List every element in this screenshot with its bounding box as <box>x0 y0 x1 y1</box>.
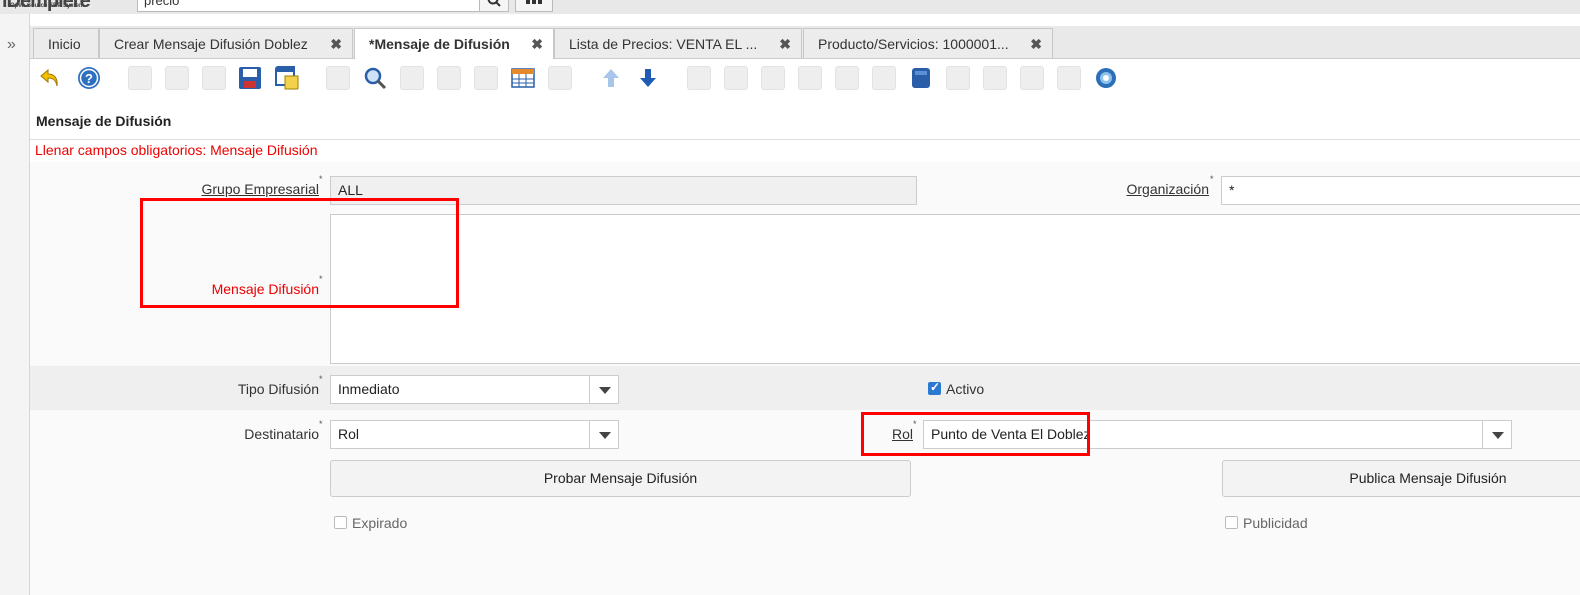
tipo-difusion-dropdown-icon[interactable] <box>589 375 619 404</box>
next-record-icon[interactable] <box>636 66 660 90</box>
workflow-icon[interactable] <box>835 66 859 90</box>
search-button[interactable] <box>479 0 509 12</box>
organizacion-field[interactable]: * <box>1221 176 1580 205</box>
search-icon <box>487 0 501 7</box>
mensaje-difusion-textarea[interactable] <box>330 214 1580 364</box>
tab-label: Crear Mensaje Difusión Doblez <box>114 36 308 52</box>
close-tab-icon[interactable]: ✖ <box>779 29 791 59</box>
tab-mensaje-difusion[interactable]: *Mensaje de Difusión ✖ <box>354 28 554 59</box>
publicidad-checkbox[interactable] <box>1225 516 1238 529</box>
title-divider <box>30 139 1580 140</box>
destinatario-select[interactable]: Rol <box>330 420 590 449</box>
global-search-input[interactable]: precio <box>137 0 485 12</box>
expirado-label: Expirado <box>352 515 408 531</box>
destinatario-dropdown-icon[interactable] <box>589 420 619 449</box>
window-title: Mensaje de Difusión <box>36 113 172 129</box>
tipo-difusion-label: Tipo Difusión <box>237 381 319 397</box>
top-bar: iDempiere Open Source ERP System precio <box>0 0 1580 14</box>
activo-label: Activo <box>946 381 985 397</box>
tab-label: *Mensaje de Difusión <box>369 36 510 52</box>
tipo-difusion-select[interactable]: Inmediato <box>330 375 590 404</box>
publicidad-label: Publicidad <box>1243 515 1308 531</box>
highlight-rol <box>861 412 1090 456</box>
copy-record-icon[interactable] <box>165 66 189 90</box>
postit-icon[interactable] <box>474 66 498 90</box>
close-tab-icon[interactable]: ✖ <box>1030 29 1042 59</box>
required-marker: * <box>319 419 323 429</box>
window-toolbar: ? <box>30 58 1580 100</box>
menu-grid-button[interactable] <box>515 0 553 12</box>
tab-label: Producto/Servicios: 1000001... <box>818 36 1009 52</box>
import-icon[interactable] <box>1020 66 1044 90</box>
publica-mensaje-difusion-button[interactable]: Publica Mensaje Difusión <box>1222 460 1580 497</box>
validation-error-message: Llenar campos obligatorios: Mensaje Difu… <box>35 142 318 158</box>
tab-label: Inicio <box>48 36 81 52</box>
close-tab-icon[interactable]: ✖ <box>330 29 342 59</box>
chat-icon[interactable] <box>437 66 461 90</box>
new-record-icon[interactable] <box>128 66 152 90</box>
svg-text:?: ? <box>85 71 93 86</box>
required-marker: * <box>319 374 323 384</box>
tab-inicio[interactable]: Inicio <box>33 28 99 58</box>
attachment-icon[interactable] <box>400 66 424 90</box>
activo-checkbox[interactable] <box>928 380 941 395</box>
find-icon[interactable] <box>363 66 387 90</box>
refresh-icon[interactable] <box>326 66 350 90</box>
probar-mensaje-difusion-button[interactable]: Probar Mensaje Difusión <box>330 460 911 497</box>
save-and-create-icon[interactable] <box>275 66 299 90</box>
tab-crear-mensaje-difusion[interactable]: Crear Mensaje Difusión Doblez ✖ <box>99 28 353 58</box>
delete-record-icon[interactable] <box>202 66 226 90</box>
grupo-empresarial-label[interactable]: Grupo Empresarial <box>140 181 320 197</box>
parent-record-icon[interactable] <box>548 66 572 90</box>
save-icon[interactable] <box>238 66 262 90</box>
process-icon[interactable] <box>946 66 970 90</box>
request-icon[interactable] <box>872 66 896 90</box>
quick-form-icon[interactable] <box>1057 66 1081 90</box>
product-info-icon[interactable] <box>909 66 933 90</box>
previous-record-icon[interactable] <box>599 66 623 90</box>
tab-lista-de-precios[interactable]: Lista de Precios: VENTA EL ... ✖ <box>554 28 802 58</box>
close-tab-icon[interactable]: ✖ <box>531 29 543 59</box>
help-icon[interactable]: ? <box>77 66 101 90</box>
undo-icon[interactable] <box>38 66 62 90</box>
tab-producto-servicios[interactable]: Producto/Servicios: 1000001... ✖ <box>803 28 1053 58</box>
rol-dropdown-icon[interactable] <box>1482 420 1512 449</box>
report-icon[interactable] <box>687 66 711 90</box>
tab-label: Lista de Precios: VENTA EL ... <box>569 36 758 52</box>
required-marker: * <box>319 174 323 184</box>
destinatario-label: Destinatario <box>244 426 319 442</box>
organizacion-label[interactable]: Organización <box>1100 181 1210 197</box>
customize-icon[interactable] <box>1094 66 1118 90</box>
expand-sidebar-icon[interactable]: » <box>7 36 16 54</box>
export-icon[interactable] <box>983 66 1007 90</box>
side-panel: » <box>0 14 30 595</box>
window-tabbar: Inicio Crear Mensaje Difusión Doblez ✖ *… <box>30 26 1580 59</box>
highlight-mensaje-difusion <box>140 198 459 308</box>
app-logo-subtitle: Open Source ERP System <box>10 3 85 9</box>
grid-toggle-icon[interactable] <box>511 66 535 90</box>
grid-icon <box>526 0 542 4</box>
print-icon[interactable] <box>761 66 785 90</box>
archive-icon[interactable] <box>724 66 748 90</box>
zoom-across-icon[interactable] <box>798 66 822 90</box>
required-marker: * <box>1210 174 1214 184</box>
expirado-checkbox[interactable] <box>334 516 347 529</box>
